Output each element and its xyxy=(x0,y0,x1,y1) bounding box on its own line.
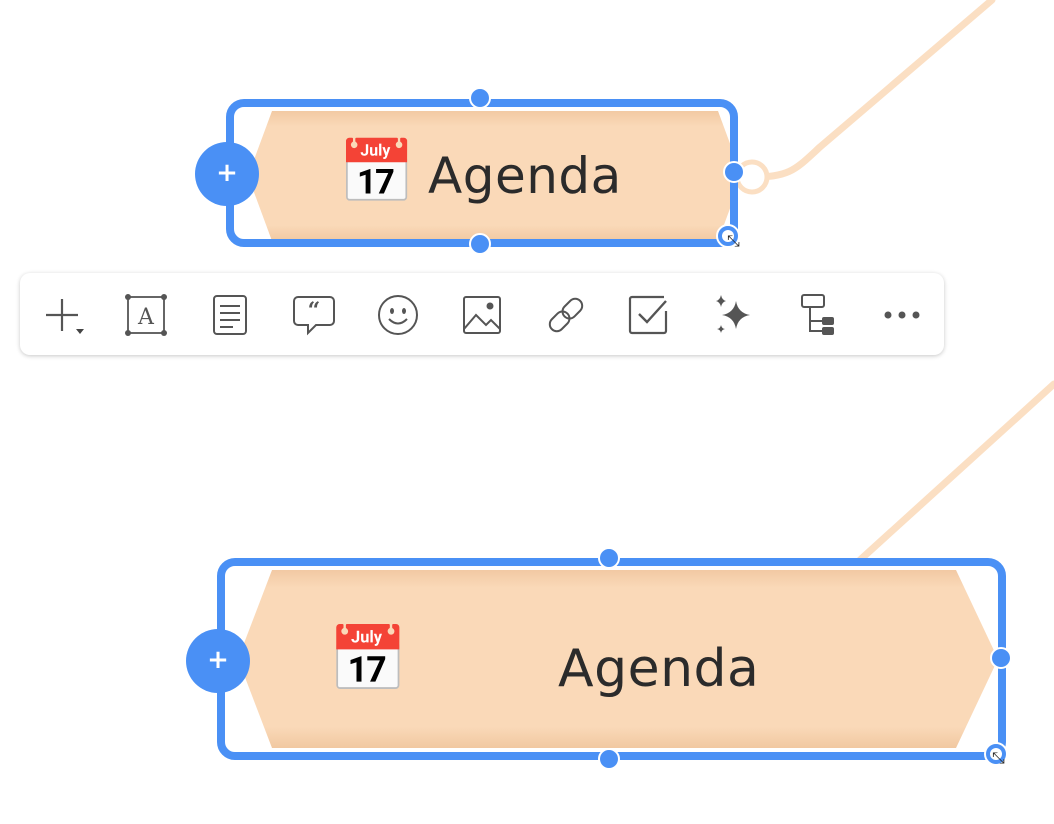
mindmap-node-agenda-1[interactable]: 📅 Agenda + ⤡ xyxy=(0,0,1054,260)
handle-bottom[interactable] xyxy=(598,748,620,770)
note-icon[interactable] xyxy=(208,293,252,337)
add-child-button[interactable]: + xyxy=(195,142,259,206)
add-child-button[interactable]: + xyxy=(186,629,250,693)
text-box-icon[interactable]: A xyxy=(124,293,168,337)
link-icon[interactable] xyxy=(544,293,588,337)
task-icon[interactable] xyxy=(626,293,670,337)
node-shape xyxy=(217,558,1006,760)
resize-cursor-icon: ⤡ xyxy=(992,748,1005,767)
emoji-icon[interactable] xyxy=(376,293,420,337)
handle-bottom[interactable] xyxy=(469,233,491,255)
comment-icon[interactable]: “ xyxy=(292,293,336,337)
node-toolbar: A “ xyxy=(20,273,944,355)
mindmap-node-agenda-2[interactable]: 📅 Agenda + ⤡ xyxy=(0,520,1054,820)
svg-text:“: “ xyxy=(308,298,321,324)
node-shape xyxy=(226,99,742,247)
resize-cursor-icon: ⤡ xyxy=(727,231,740,250)
node-title[interactable]: Agenda xyxy=(428,146,622,206)
node-title[interactable]: Agenda xyxy=(558,638,759,700)
handle-right[interactable] xyxy=(990,647,1012,669)
add-icon[interactable] xyxy=(42,293,86,337)
handle-right[interactable] xyxy=(723,161,745,183)
calendar-icon: 📅 xyxy=(338,135,416,208)
ai-sparkle-icon[interactable] xyxy=(712,293,756,337)
image-icon[interactable] xyxy=(460,293,504,337)
structure-icon[interactable] xyxy=(796,293,840,337)
more-icon[interactable] xyxy=(880,293,924,337)
handle-top[interactable] xyxy=(598,547,620,569)
calendar-icon: 📅 xyxy=(328,623,408,697)
svg-text:A: A xyxy=(137,305,155,330)
handle-top[interactable] xyxy=(469,87,491,109)
